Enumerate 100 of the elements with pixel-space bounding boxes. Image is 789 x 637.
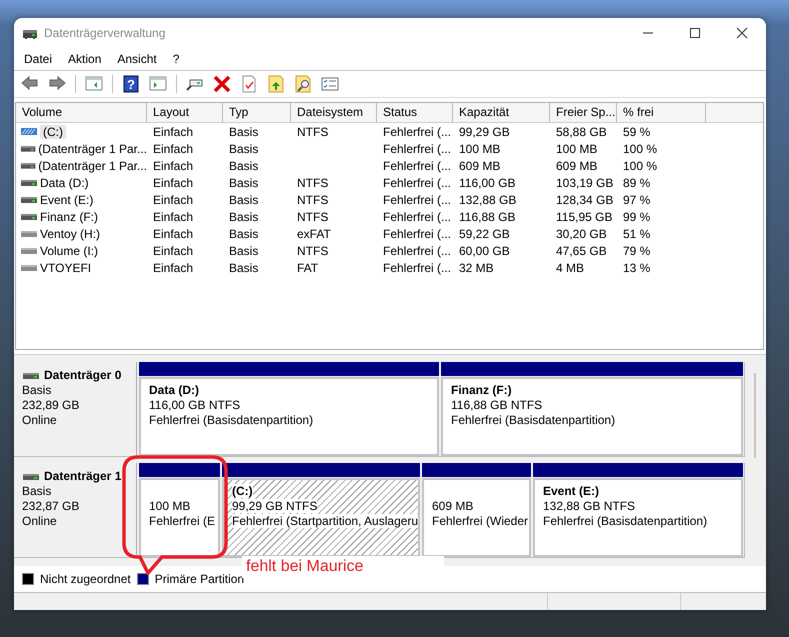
delete-icon[interactable] — [213, 75, 231, 93]
table-cell-text: 100 % — [622, 158, 658, 172]
table-cell-text: Basis — [228, 210, 260, 224]
column-header[interactable]: Dateisystem — [291, 103, 377, 122]
drive-label[interactable]: Finanz (F:) — [40, 210, 98, 224]
partition-box[interactable]: 609 MB Fehlerfrei (Wieder — [422, 478, 531, 557]
table-cell-text: Fehlerfrei (... — [382, 226, 452, 240]
partition-size: 100 MB — [149, 499, 190, 513]
partition-label: Finanz (F:) — [451, 383, 512, 397]
drive-label[interactable]: Event (E:) — [40, 192, 94, 206]
table-cell-text: Fehlerfrei (... — [382, 244, 452, 258]
table-cell-text: 115,95 GB — [555, 210, 614, 224]
column-header[interactable]: Kapazität — [453, 103, 550, 122]
table-cell-text: 116,88 GB — [458, 210, 516, 224]
column-header[interactable]: Layout — [147, 103, 223, 122]
folder-search-icon[interactable] — [294, 75, 312, 93]
column-header[interactable]: Typ — [223, 103, 291, 122]
table-cell-text: 30,20 GB — [555, 226, 608, 240]
panel-icon[interactable] — [85, 75, 103, 93]
disk-info-panel[interactable]: Datenträger 0 Basis 232,89 GB Online — [14, 362, 137, 456]
partition-size: 116,88 GB NTFS — [451, 398, 542, 412]
column-header[interactable]: Freier Sp... — [550, 103, 617, 122]
disk-size: 232,89 GB — [22, 398, 80, 413]
table-cell-text: 100 MB — [555, 142, 598, 156]
disk-state: Online — [22, 514, 58, 529]
partition-label: Event (E:) — [543, 484, 600, 498]
table-cell-text: Basis — [228, 226, 260, 240]
table-cell-text: FAT — [296, 260, 320, 274]
table-cell-text: 128,34 GB — [555, 192, 614, 206]
legend-label: Nicht zugeordnet — [40, 572, 131, 586]
menu-item[interactable]: ? — [164, 52, 188, 66]
partition-status: Fehlerfrei (Basisdatenpartition) — [149, 413, 314, 427]
document-check-icon[interactable] — [240, 75, 258, 93]
table-cell-text: 89 % — [622, 176, 652, 190]
system-drive-icon — [20, 126, 38, 137]
disk-name: Datenträger 0 — [44, 368, 122, 383]
back-arrow-icon[interactable] — [21, 75, 39, 93]
drive-label[interactable]: Data (D:) — [40, 176, 89, 190]
partition-box[interactable]: (C:) 99,29 GB NTFS Fehlerfrei (Startpartition, Auslageru — [222, 478, 420, 557]
partition-size: 99,29 GB NTFS — [232, 499, 318, 513]
table-cell-text: 4 MB — [555, 260, 586, 274]
table-cell-text: 116,00 GB — [458, 176, 516, 190]
checklist-icon[interactable] — [321, 75, 339, 93]
table-cell-text: Fehlerfrei (... — [382, 124, 452, 138]
table-cell-text: 32 MB — [458, 260, 495, 274]
drive-label[interactable]: Ventoy (H:) — [40, 226, 100, 240]
partition-status: Fehlerfrei (Basisdatenpartition) — [451, 413, 616, 427]
table-cell-text: Fehlerfrei (... — [382, 260, 452, 274]
table-cell-text: Basis — [228, 244, 260, 258]
table-cell-text: Einfach — [152, 158, 194, 172]
table-cell-text: Fehlerfrei (... — [382, 176, 452, 190]
table-cell-text: Basis — [228, 124, 260, 138]
column-header[interactable]: Status — [377, 103, 453, 122]
help-icon[interactable]: ? — [122, 75, 140, 93]
partition-label: Data (D:) — [149, 383, 199, 397]
maximize-icon[interactable] — [689, 27, 701, 39]
legend-label: Primäre Partition — [154, 572, 244, 586]
column-header[interactable]: Volume — [16, 103, 147, 122]
drive-label[interactable]: (Datenträger 1 Par... — [38, 142, 147, 156]
table-cell-text: 100 MB — [458, 142, 502, 156]
partition-box[interactable]: Event (E:) 132,88 GB NTFS Fehlerfrei (Basisdatenpartition) — [533, 478, 743, 557]
window-title: Datenträgerverwaltung — [44, 26, 166, 40]
partition-size: 116,00 GB NTFS — [149, 398, 240, 412]
table-cell-text: Fehlerfrei (... — [382, 142, 452, 156]
partition-status: Fehlerfrei (Startpartition, Auslageru — [232, 514, 418, 528]
drive-label[interactable]: (C:) — [40, 124, 66, 138]
partition-status: Fehlerfrei (Basisdatenpartition) — [543, 514, 708, 528]
table-cell-text: 132,88 GB — [458, 192, 518, 206]
partition-size: 609 MB — [432, 499, 474, 513]
table-cell-text: Basis — [228, 142, 260, 156]
table-cell-text: Basis — [228, 176, 260, 190]
table-cell-text: Basis — [228, 192, 260, 206]
folder-up-icon[interactable] — [267, 75, 285, 93]
menu-item[interactable]: Aktion — [60, 52, 110, 66]
table-cell-text: Einfach — [152, 226, 194, 240]
table-cell-text: NTFS — [296, 176, 330, 190]
disk-info-panel[interactable]: Datenträger 1 Basis 232,87 GB Online — [14, 463, 137, 557]
partition-size: 132,88 GB NTFS — [543, 499, 636, 513]
partition-box[interactable]: Data (D:) 116,00 GB NTFS Fehlerfrei (Basisdatenpartition) — [139, 377, 439, 456]
table-cell-text: Basis — [228, 158, 260, 172]
drive-label[interactable]: Volume (I:) — [40, 244, 98, 258]
table-cell-text: NTFS — [296, 210, 330, 224]
partition-box[interactable]: 100 MB Fehlerfrei (E — [139, 478, 220, 557]
forward-arrow-icon[interactable] — [48, 75, 66, 93]
drive-icon — [22, 370, 40, 381]
disk-state: Online — [22, 413, 58, 428]
disk-type: Basis — [22, 484, 52, 499]
scrollbar-thumb[interactable] — [754, 373, 756, 458]
drive-label[interactable]: (Datenträger 1 Par... — [38, 158, 147, 172]
menu-item[interactable]: Datei — [16, 52, 60, 66]
menu-item[interactable]: Ansicht — [109, 52, 165, 66]
column-header[interactable]: % frei — [617, 103, 706, 122]
drive-label[interactable]: VTOYEFI — [40, 260, 92, 274]
table-cell-text: Einfach — [152, 176, 194, 190]
partition-box[interactable]: Finanz (F:) 116,88 GB NTFS Fehlerfrei (Basisdatenpartition) — [441, 377, 743, 456]
drive-icon — [20, 262, 38, 273]
drive-icon — [20, 194, 38, 205]
panel-icon[interactable] — [149, 75, 167, 93]
close-icon[interactable] — [736, 27, 748, 39]
table-cell-text: Einfach — [152, 192, 194, 206]
